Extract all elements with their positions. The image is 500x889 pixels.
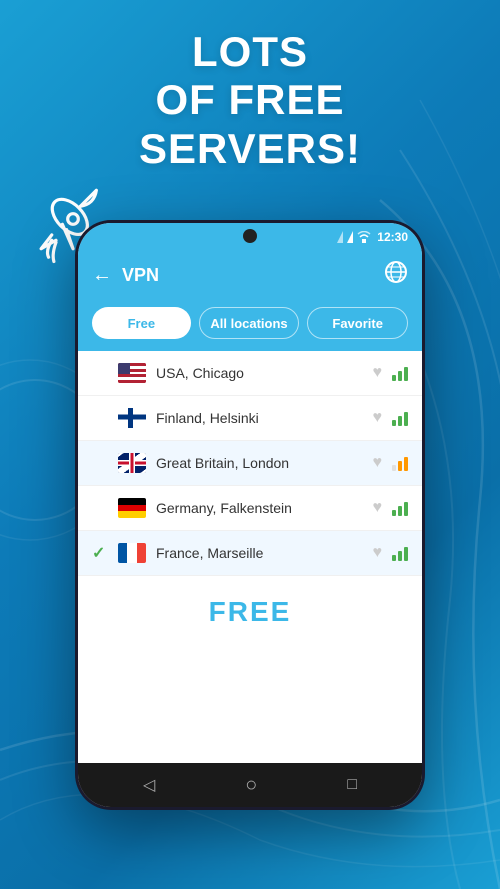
server-item-germany[interactable]: Germany, Falkenstein ♥ [78, 486, 422, 531]
server-list: USA, Chicago ♥ Finland, Helsinki ♥ [78, 351, 422, 763]
phone-mockup: 12:30 ← VPN Free All loca [75, 220, 425, 810]
status-icons [337, 231, 371, 243]
headline-line2: of free [0, 76, 500, 124]
phone-screen: 12:30 ← VPN Free All loca [78, 223, 422, 807]
tab-favorite[interactable]: Favorite [307, 307, 408, 339]
signal-icon [337, 231, 353, 243]
wifi-icon [357, 231, 371, 243]
favorite-heart-finland[interactable]: ♥ [373, 409, 383, 427]
server-name-gb: Great Britain, London [156, 455, 363, 471]
camera-notch [243, 229, 257, 243]
flag-france [118, 543, 146, 563]
headline-line1: Lots [0, 28, 500, 76]
favorite-heart-france[interactable]: ♥ [373, 544, 383, 562]
server-name-france: France, Marseille [156, 545, 363, 561]
top-bar: ← VPN [78, 251, 422, 299]
nav-back-button[interactable]: ◁ [143, 775, 155, 795]
signal-bars-finland [392, 410, 408, 426]
tab-all-locations[interactable]: All locations [199, 307, 300, 339]
server-item-finland[interactable]: Finland, Helsinki ♥ [78, 396, 422, 441]
status-bar: 12:30 [78, 223, 422, 251]
headline: Lots of free servers! [0, 28, 500, 173]
globe-button[interactable] [384, 260, 408, 290]
favorite-heart-germany[interactable]: ♥ [373, 499, 383, 517]
tab-free[interactable]: Free [92, 307, 191, 339]
nav-recent-button[interactable]: □ [347, 776, 357, 794]
favorite-heart-gb[interactable]: ♥ [373, 454, 383, 472]
status-bar-wrapper: 12:30 [78, 223, 422, 251]
nav-home-button[interactable]: ○ [245, 774, 257, 797]
server-name-germany: Germany, Falkenstein [156, 500, 363, 516]
server-item-gb[interactable]: Great Britain, London ♥ [78, 441, 422, 486]
phone-nav-bar: ◁ ○ □ [78, 763, 422, 807]
signal-bars-germany [392, 500, 408, 516]
signal-bars-gb [392, 455, 408, 471]
flag-finland [118, 408, 146, 428]
server-item-usa[interactable]: USA, Chicago ♥ [78, 351, 422, 396]
selected-check: ✓ [92, 543, 108, 563]
favorite-heart-usa[interactable]: ♥ [373, 364, 383, 382]
server-name-finland: Finland, Helsinki [156, 410, 363, 426]
flag-germany [118, 498, 146, 518]
tabs-bar: Free All locations Favorite [78, 299, 422, 351]
server-name-usa: USA, Chicago [156, 365, 363, 381]
back-button[interactable]: ← [92, 264, 112, 287]
flag-usa [118, 363, 146, 383]
status-time: 12:30 [377, 230, 408, 244]
headline-line3: servers! [0, 125, 500, 173]
flag-gb [118, 453, 146, 473]
vpn-title: VPN [122, 265, 374, 286]
signal-bars-usa [392, 365, 408, 381]
free-label: FREE [78, 576, 422, 648]
server-item-france[interactable]: ✓ France, Marseille ♥ [78, 531, 422, 576]
signal-bars-france [392, 545, 408, 561]
globe-icon [384, 260, 408, 284]
